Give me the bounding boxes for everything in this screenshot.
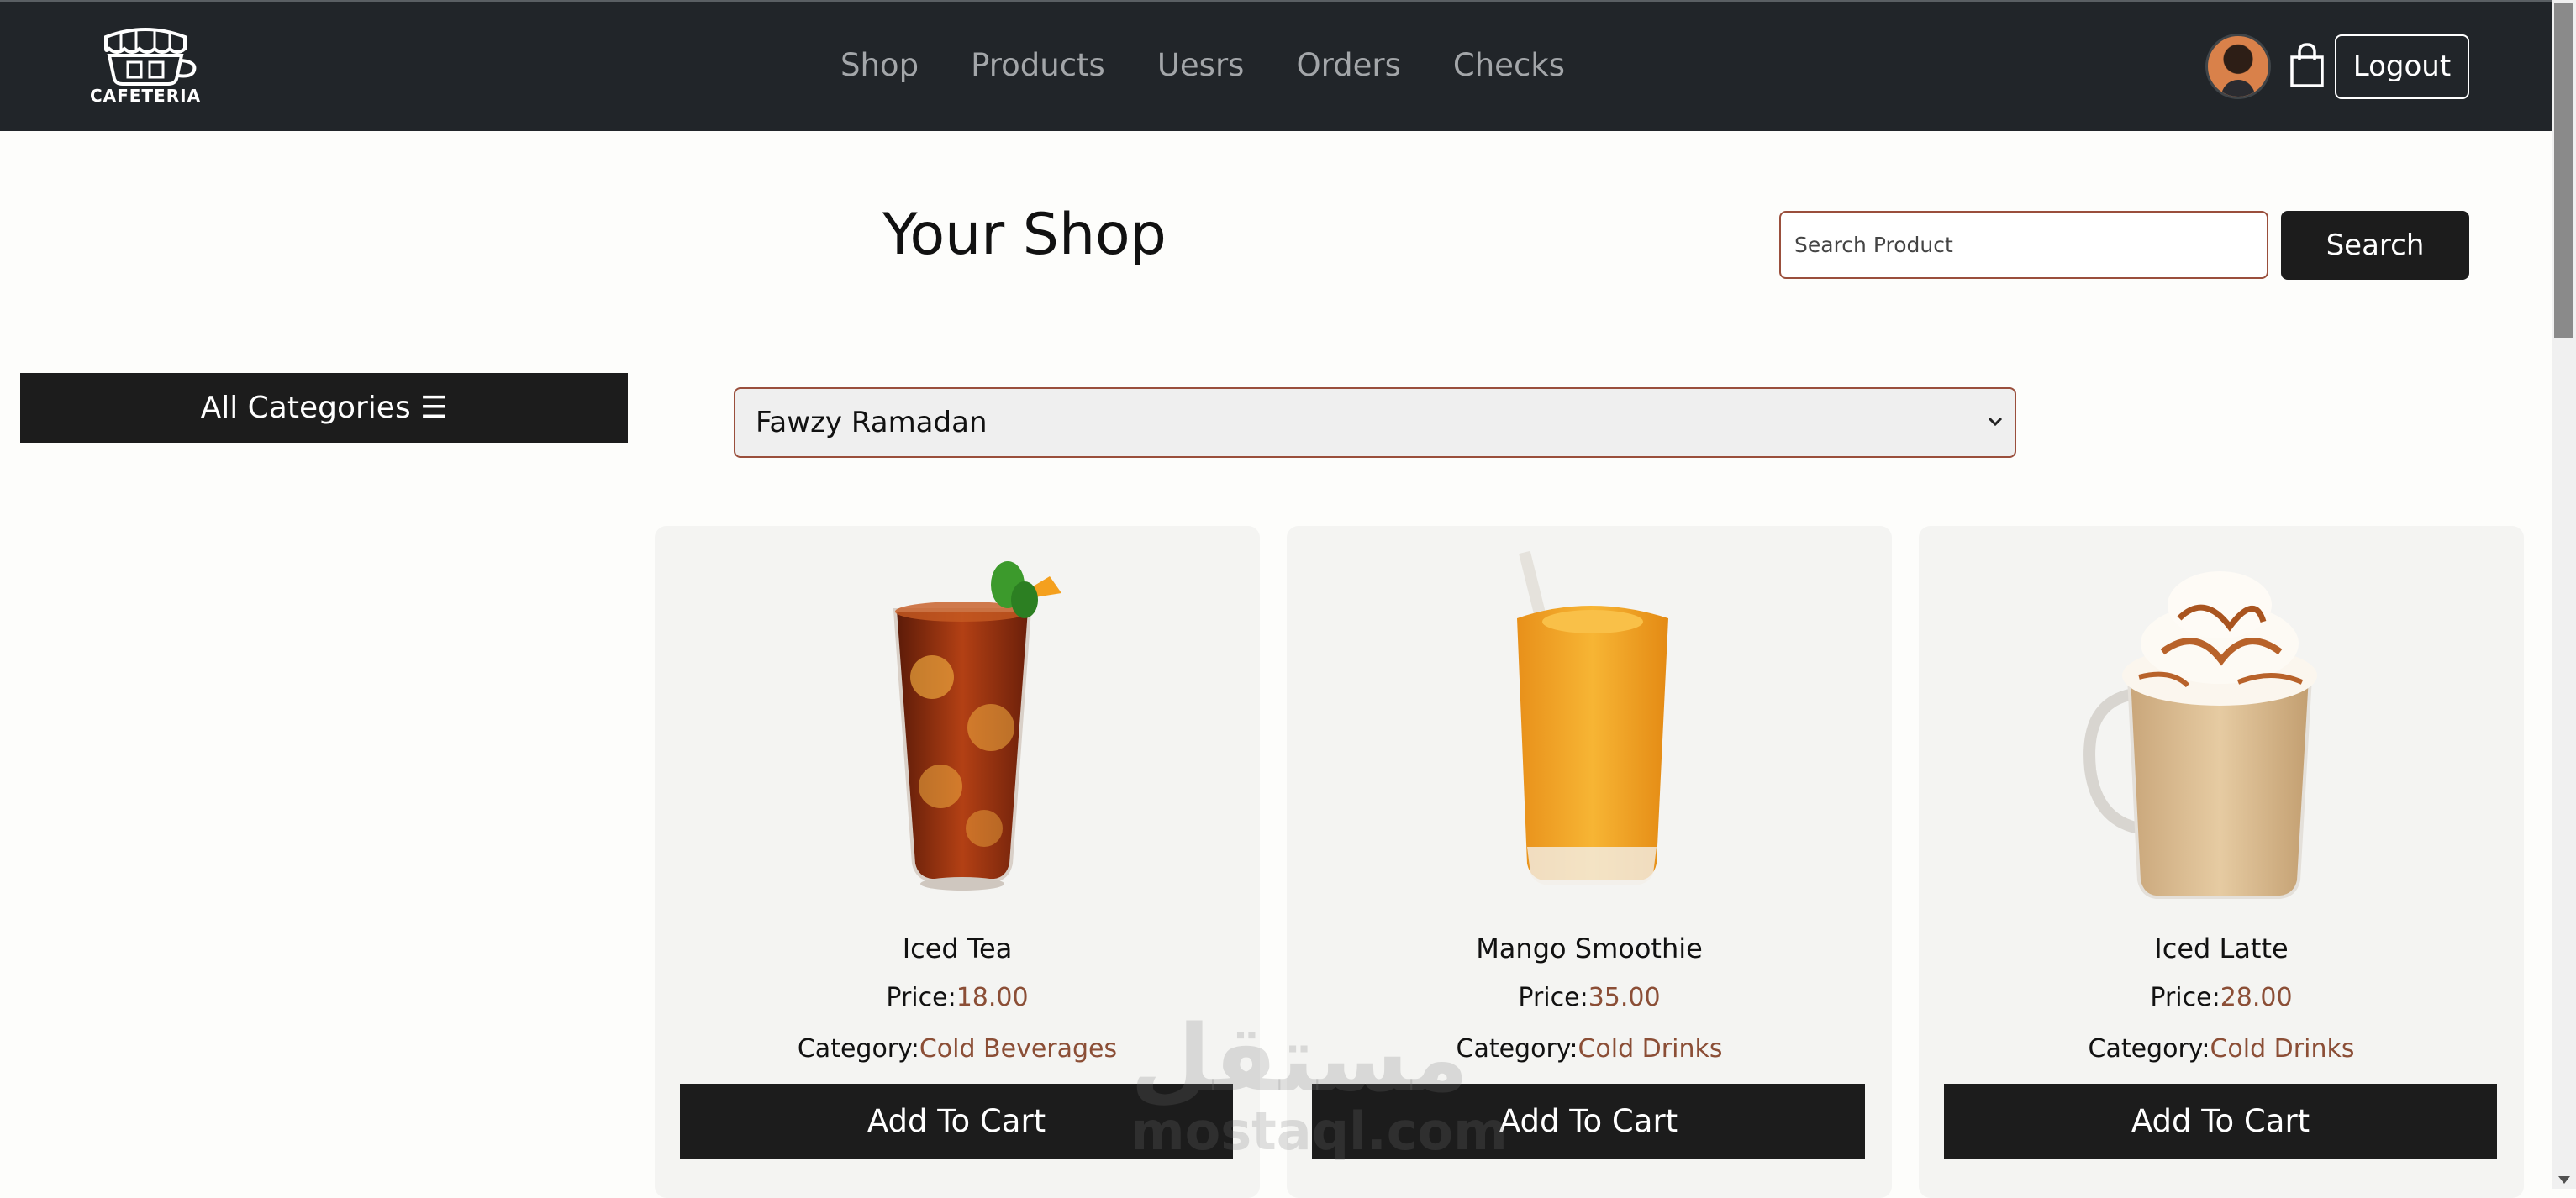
add-to-cart-button[interactable]: Add To Cart xyxy=(680,1084,1233,1159)
category-label: Category: xyxy=(1456,1034,1578,1064)
chevron-down-icon xyxy=(1988,417,2003,427)
product-category: Category:Cold Beverages xyxy=(655,1034,1260,1064)
product-card: Mango Smoothie Price:35.00 Category:Cold… xyxy=(1287,526,1892,1198)
nav-link-orders[interactable]: Orders xyxy=(1296,40,1400,91)
all-categories-button[interactable]: All Categories ☰ xyxy=(20,373,628,443)
scrollbar-thumb[interactable] xyxy=(2554,3,2573,338)
nav-link-checks[interactable]: Checks xyxy=(1453,40,1565,91)
add-to-cart-button[interactable]: Add To Cart xyxy=(1944,1084,2497,1159)
category-value: Cold Drinks xyxy=(2210,1034,2355,1064)
cafe-awning-icon xyxy=(104,28,197,86)
user-avatar[interactable] xyxy=(2205,34,2271,99)
iced-latte-image xyxy=(2083,571,2317,899)
user-select-value: Fawzy Ramadan xyxy=(756,406,988,439)
category-label: Category: xyxy=(2088,1034,2210,1064)
product-price: Price:28.00 xyxy=(1919,983,2524,1012)
page-title: Your Shop xyxy=(882,202,1167,268)
product-name: Iced Latte xyxy=(2154,933,2289,964)
mango-smoothie-image xyxy=(1517,551,1668,885)
price-label: Price: xyxy=(2150,983,2220,1012)
avatar-body xyxy=(2221,80,2255,97)
add-to-cart-button[interactable]: Add To Cart xyxy=(1312,1084,1865,1159)
product-card: Iced Tea Price:18.00 Category:Cold Bever… xyxy=(655,526,1260,1198)
category-value: Cold Drinks xyxy=(1578,1034,1723,1064)
nav-link-shop[interactable]: Shop xyxy=(840,40,919,91)
navbar: CAFETERIA Shop Products Uesrs Orders Che… xyxy=(0,0,2552,131)
logout-button[interactable]: Logout xyxy=(2335,34,2469,99)
price-value: 18.00 xyxy=(956,983,1029,1012)
nav-link-products[interactable]: Products xyxy=(971,40,1105,91)
shopping-bag-icon[interactable] xyxy=(2289,42,2326,89)
product-category: Category:Cold Drinks xyxy=(1287,1034,1892,1064)
search-button[interactable]: Search xyxy=(2281,211,2469,280)
product-price: Price:35.00 xyxy=(1287,983,1892,1012)
price-value: 28.00 xyxy=(2220,983,2293,1012)
logo-text: CAFETERIA xyxy=(89,86,202,106)
product-name: Mango Smoothie xyxy=(1476,933,1703,964)
page-scrollbar[interactable] xyxy=(2552,0,2576,1189)
cafeteria-logo[interactable]: CAFETERIA xyxy=(76,25,215,109)
product-card: Iced Latte Price:28.00 Category:Cold Dri… xyxy=(1919,526,2524,1198)
search-input[interactable] xyxy=(1779,211,2268,279)
user-select[interactable]: Fawzy Ramadan xyxy=(734,387,2016,458)
scroll-down-arrow-icon[interactable] xyxy=(2558,1176,2570,1184)
category-value: Cold Beverages xyxy=(919,1034,1118,1064)
iced-tea-image xyxy=(893,561,1061,891)
nav-link-users[interactable]: Uesrs xyxy=(1157,40,1245,91)
price-label: Price: xyxy=(1518,983,1588,1012)
product-name: Iced Tea xyxy=(902,933,1013,964)
main-nav: Shop Products Uesrs Orders Checks xyxy=(840,40,1565,91)
product-price: Price:18.00 xyxy=(655,983,1260,1012)
product-category: Category:Cold Drinks xyxy=(1919,1034,2524,1064)
price-label: Price: xyxy=(886,983,956,1012)
category-label: Category: xyxy=(797,1034,919,1064)
price-value: 35.00 xyxy=(1588,983,1661,1012)
